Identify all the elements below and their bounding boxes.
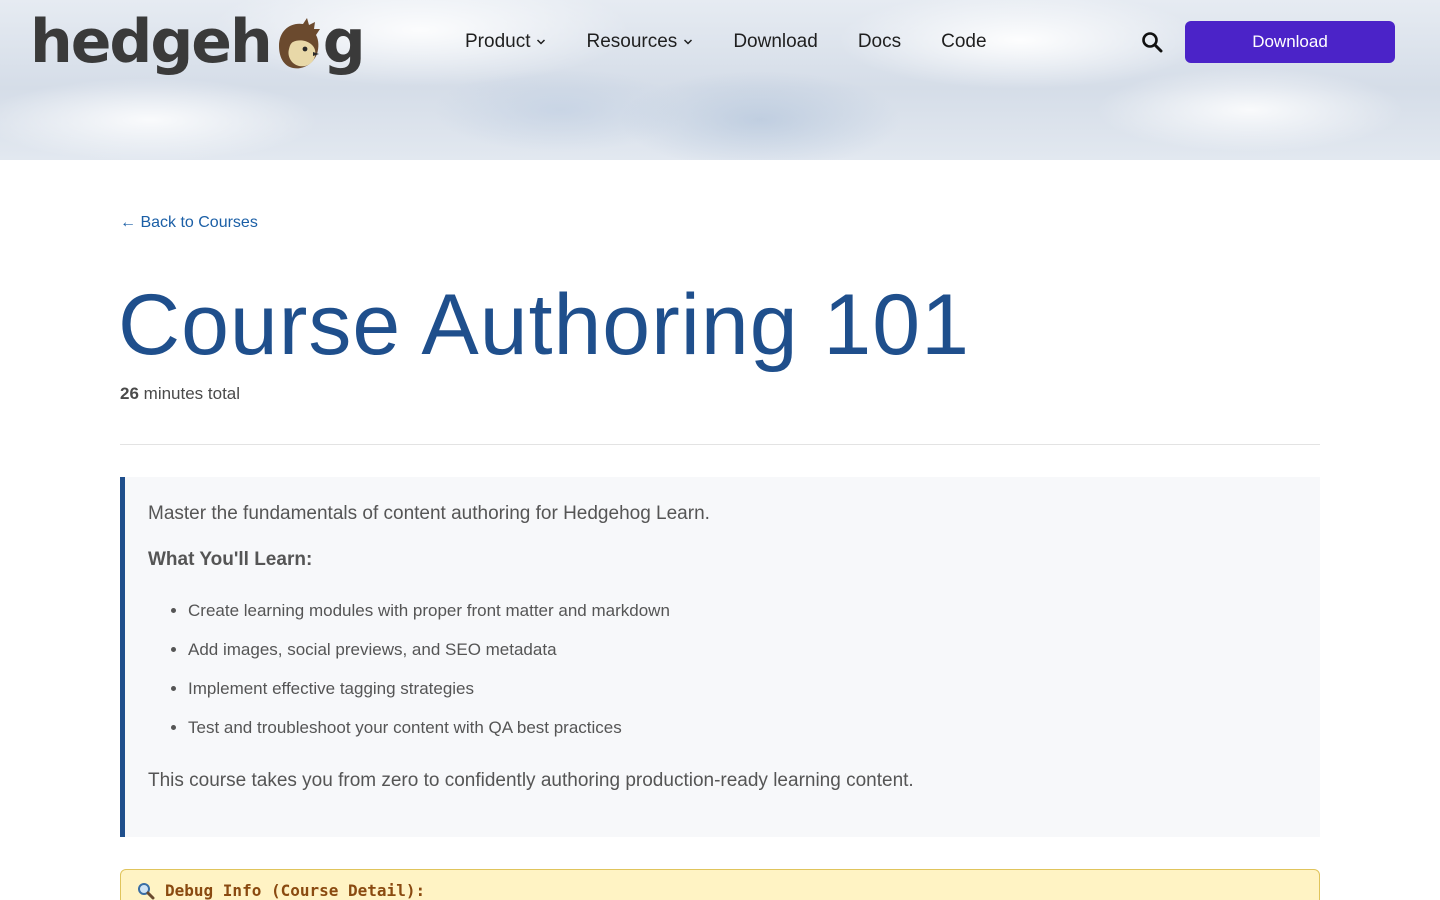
debug-panel: Debug Info (Course Detail):	[120, 869, 1320, 900]
nav-code[interactable]: Code	[941, 31, 986, 53]
hedgehog-logo[interactable]: hedgeh g	[30, 7, 366, 77]
list-item: Implement effective tagging strategies	[188, 679, 670, 718]
learning-objectives-list: Create learning modules with proper fron…	[188, 601, 670, 757]
duration-label: minutes total	[143, 384, 241, 403]
main-nav: Product Resources Download Docs Code	[465, 28, 1027, 56]
logo-text-left: hedgeh	[30, 7, 273, 77]
nav-resources[interactable]: Resources	[586, 31, 693, 53]
divider	[120, 444, 1320, 445]
site-header: hedgeh g Product Resources Download Docs…	[0, 0, 1440, 160]
debug-title-row: Debug Info (Course Detail):	[137, 881, 425, 900]
logo-text-right: g	[322, 7, 366, 77]
nav-docs-label: Docs	[857, 31, 902, 52]
debug-title: Debug Info (Course Detail):	[165, 881, 426, 900]
page-title: Course Authoring 101	[118, 277, 970, 373]
chevron-down-icon	[684, 39, 693, 45]
download-button[interactable]: Download	[1185, 21, 1395, 63]
learn-heading: What You'll Learn:	[148, 549, 313, 570]
search-icon[interactable]	[1141, 31, 1163, 53]
magnifier-icon	[138, 882, 155, 899]
list-item: Add images, social previews, and SEO met…	[188, 640, 670, 679]
nav-product-label: Product	[465, 31, 531, 52]
nav-code-label: Code	[941, 31, 987, 52]
hedgehog-mark-icon	[278, 18, 320, 69]
nav-resources-label: Resources	[586, 31, 678, 52]
list-item: Create learning modules with proper fron…	[188, 601, 670, 640]
duration-value: 26	[120, 384, 139, 403]
course-duration: 26 minutes total	[120, 384, 240, 404]
nav-product[interactable]: Product	[465, 31, 546, 53]
nav-download-label: Download	[733, 31, 818, 52]
nav-docs[interactable]: Docs	[858, 31, 901, 53]
back-to-courses-link[interactable]: ← Back to Courses	[120, 214, 258, 232]
list-item: Test and troubleshoot your content with …	[188, 718, 670, 757]
nav-download[interactable]: Download	[733, 31, 818, 53]
summary-outro: This course takes you from zero to confi…	[148, 770, 914, 791]
summary-intro: Master the fundamentals of content autho…	[148, 503, 710, 524]
course-summary: Master the fundamentals of content autho…	[120, 477, 1320, 837]
chevron-down-icon	[537, 39, 546, 45]
